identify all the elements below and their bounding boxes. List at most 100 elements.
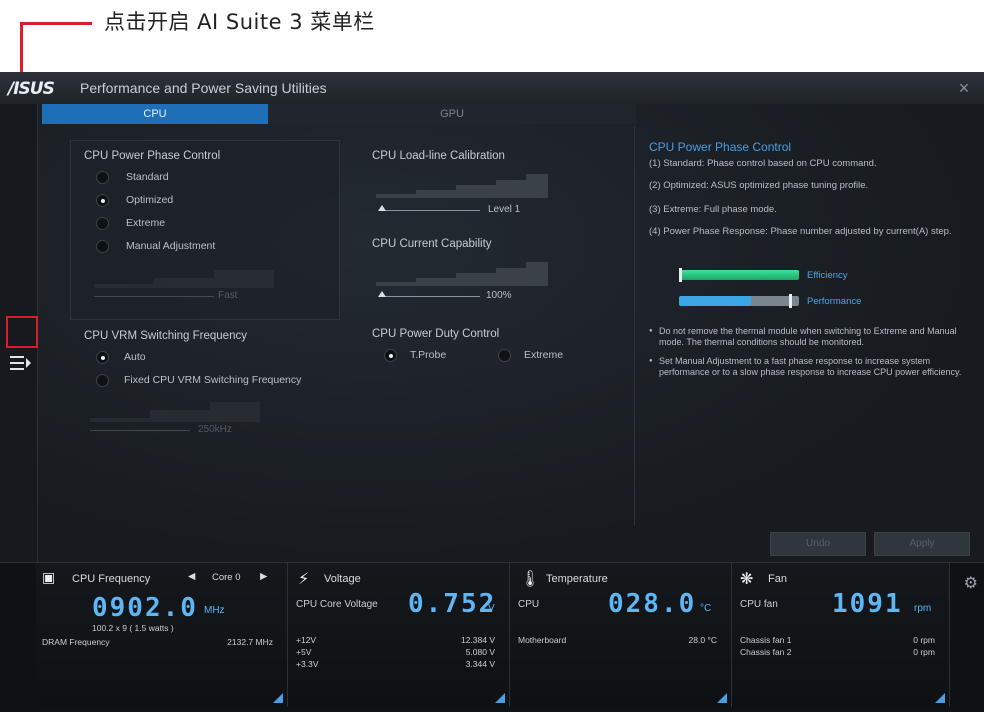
phase-option-label: Optimized <box>126 194 174 206</box>
info-line: (4) Power Phase Response: Phase number a… <box>649 226 952 237</box>
annotation-connector-line <box>20 22 92 25</box>
voltage-row-value: 3.344 V <box>465 659 495 669</box>
fan-row-value: 0 rpm <box>913 647 935 657</box>
cpu-frequency-card[interactable]: ▣ CPU Frequency ◀ Core 0 ▶ 0902.0 MHz 10… <box>36 563 288 707</box>
current-capability-value: 100% <box>486 290 512 301</box>
temperature-card[interactable]: 🌡 Temperature CPU 028.0 °C Motherboard 2… <box>510 563 732 707</box>
motherboard-temperature-label: Motherboard <box>518 635 567 645</box>
main-panel: CPU GPU CPU Power Phase Control Standard… <box>38 104 984 562</box>
tab-gpu[interactable]: GPU <box>268 104 636 124</box>
phase-response-slider[interactable] <box>94 296 214 297</box>
current-capability-slider-thumb[interactable] <box>378 291 386 297</box>
duty-radio-tprobe[interactable] <box>384 349 397 362</box>
llc-title: CPU Load-line Calibration <box>372 150 505 162</box>
info-tip: Set Manual Adjustment to a fast phase re… <box>649 356 971 378</box>
voltage-card[interactable]: ⚡ Voltage CPU Core Voltage 0.752 V +12V … <box>288 563 510 707</box>
phase-control-group <box>70 140 340 320</box>
duty-control-title: CPU Power Duty Control <box>372 328 500 340</box>
phase-radio-manual[interactable] <box>96 240 109 253</box>
window-title: Performance and Power Saving Utilities <box>80 80 327 96</box>
menu-toggle-button[interactable] <box>6 348 36 378</box>
performance-marker <box>789 294 793 308</box>
performance-bar <box>679 296 799 306</box>
info-line: (2) Optimized: ASUS optimized phase tuni… <box>649 180 869 191</box>
ai-suite-window: /ISUS Performance and Power Saving Utili… <box>0 72 984 712</box>
expand-corner-icon[interactable] <box>717 693 727 703</box>
vrm-radio-fixed[interactable] <box>96 374 109 387</box>
cpu-chip-icon: ▣ <box>42 569 56 585</box>
vrm-option-label: Auto <box>124 351 146 363</box>
tab-cpu[interactable]: CPU <box>42 104 268 124</box>
title-bar: /ISUS Performance and Power Saving Utili… <box>0 72 984 104</box>
current-capability-title: CPU Current Capability <box>372 238 492 250</box>
vrm-frequency-slider[interactable] <box>90 430 190 431</box>
info-panel: CPU Power Phase Control (1) Standard: Ph… <box>634 126 984 526</box>
duty-radio-extreme[interactable] <box>498 349 511 362</box>
core-prev-icon[interactable]: ◀ <box>188 571 195 582</box>
cpu-fan-value: 1091 <box>832 589 903 619</box>
performance-label: Performance <box>807 296 862 307</box>
settings-gear-icon[interactable]: ⚙ <box>964 573 978 593</box>
vrm-radio-auto[interactable] <box>96 351 109 364</box>
current-capability-slider[interactable] <box>380 296 480 297</box>
efficiency-label: Efficiency <box>807 270 848 281</box>
duty-option-label: Extreme <box>524 349 564 361</box>
core-selected-value: Core 0 <box>212 572 241 583</box>
phase-radio-standard[interactable] <box>96 171 109 184</box>
info-warning: Do not remove the thermal module when sw… <box>649 326 971 348</box>
cpu-temperature-label: CPU <box>518 599 540 610</box>
expand-corner-icon[interactable] <box>935 693 945 703</box>
expand-corner-icon[interactable] <box>495 693 505 703</box>
dram-frequency-label: DRAM Frequency <box>42 637 110 647</box>
lightning-icon: ⚡ <box>298 571 310 588</box>
voltage-row-label: +5V <box>296 647 312 657</box>
fan-row-label: Chassis fan 2 <box>740 647 792 657</box>
phase-radio-optimized[interactable] <box>96 194 109 207</box>
vrm-frequency-value: 250kHz <box>198 424 232 435</box>
cpu-multiplier-text: 100.2 x 9 ( 1.5 watts ) <box>92 623 174 633</box>
fan-row-value: 0 rpm <box>913 635 935 645</box>
cpu-temperature-value: 028.0 <box>608 589 697 619</box>
vrm-frequency-title: CPU VRM Switching Frequency <box>84 330 247 342</box>
apply-button[interactable]: Apply <box>874 532 970 556</box>
phase-radio-extreme[interactable] <box>96 217 109 230</box>
status-bar: ▣ CPU Frequency ◀ Core 0 ▶ 0902.0 MHz 10… <box>0 562 984 712</box>
cpu-fan-unit: rpm <box>914 603 932 614</box>
phase-response-ramp <box>94 262 274 288</box>
expand-corner-icon[interactable] <box>273 693 283 703</box>
cpu-core-voltage-value: 0.752 <box>408 589 497 619</box>
asus-logo: /ISUS <box>8 79 55 99</box>
duty-option-label: T.Probe <box>410 349 447 361</box>
phase-response-value: Fast <box>218 290 238 301</box>
voltage-row-value: 12.384 V <box>460 635 495 645</box>
fan-card[interactable]: ❋ Fan CPU fan 1091 rpm Chassis fan 1 0 r… <box>732 563 950 707</box>
cpu-frequency-title: CPU Frequency <box>72 573 151 585</box>
tab-bar: CPU GPU <box>42 104 636 124</box>
fan-row-label: Chassis fan 1 <box>740 635 792 645</box>
close-button[interactable]: × <box>954 78 974 98</box>
llc-slider[interactable] <box>380 210 480 211</box>
info-line: (1) Standard: Phase control based on CPU… <box>649 158 877 169</box>
cpu-frequency-value: 0902.0 <box>92 593 198 623</box>
efficiency-marker <box>679 268 682 282</box>
info-title: CPU Power Phase Control <box>649 140 792 154</box>
vrm-option-label: Fixed CPU VRM Switching Frequency <box>124 374 302 386</box>
voltage-row-label: +12V <box>296 635 317 645</box>
annotation-highlight-box <box>6 316 38 348</box>
phase-option-label: Standard <box>126 171 169 183</box>
info-line: (3) Extreme: Full phase mode. <box>649 204 777 215</box>
thermometer-icon: 🌡 <box>520 571 541 588</box>
core-next-icon[interactable]: ▶ <box>260 571 267 582</box>
llc-value: Level 1 <box>488 204 521 215</box>
dram-frequency-value: 2132.7 MHz <box>227 637 273 647</box>
core-selector[interactable]: ◀ Core 0 ▶ <box>188 571 270 587</box>
cpu-core-voltage-label: CPU Core Voltage <box>296 599 378 610</box>
cpu-frequency-unit: MHz <box>204 605 225 616</box>
llc-slider-thumb[interactable] <box>378 205 386 211</box>
voltage-title: Voltage <box>324 573 361 585</box>
current-capability-ramp <box>376 260 548 286</box>
undo-button[interactable]: Undo <box>770 532 866 556</box>
cpu-temperature-unit: °C <box>700 603 712 614</box>
phase-control-title: CPU Power Phase Control <box>84 150 221 162</box>
temperature-title: Temperature <box>546 573 608 585</box>
